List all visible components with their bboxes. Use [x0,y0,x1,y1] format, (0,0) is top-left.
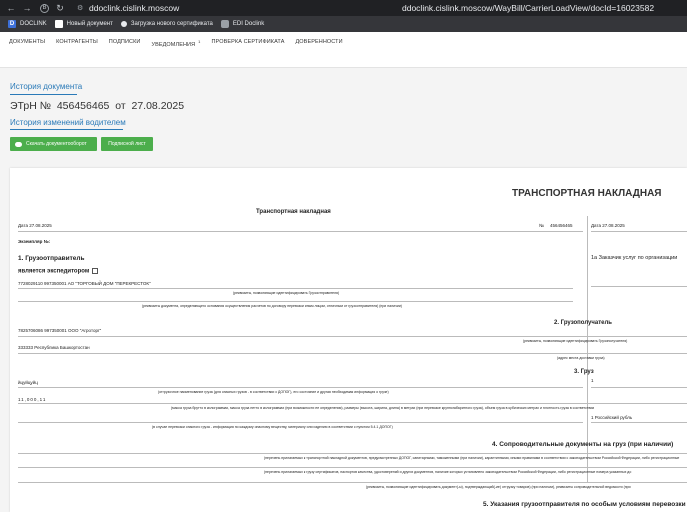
forward-icon[interactable]: → [22,3,32,13]
menu-documents[interactable]: Документы [9,39,45,45]
page-title: ЭТрН № 456456465 от 27.08.2025 [10,100,184,112]
divider [591,422,687,423]
menu-notifications[interactable]: Уведомления1 [151,39,200,48]
site-info-icon[interactable]: ⚙ [77,4,85,12]
number-value: 456456465 [550,223,573,228]
number-label: № [539,223,544,228]
doc-from: от [115,100,126,112]
section-1a-title: 1а Заказчик услуг по организации [591,255,678,261]
menu-certificate-check[interactable]: Проверка сертификата [212,39,285,45]
section-5-title: 5. Указания грузоотправителя по особым у… [483,501,686,508]
divider [18,453,687,454]
full-url-text: ddoclink.cislink.moscow/WayBill/CarrierL… [402,3,655,13]
shipper-value: 7728029110 997350001 АО "ТОРГОВЫЙ ДОМ "П… [18,281,151,286]
divider [18,467,687,468]
download-workflow-button[interactable]: Скачать документооборот [10,137,97,151]
doclink-icon: D [8,20,16,28]
reload-icon[interactable]: ↻ [55,3,65,13]
link-underline [10,129,123,130]
consignee-value: 7825706086 997350001 ООО "Агроторг" [18,328,102,333]
bookmark-edi-doclink[interactable]: EDI Doclink [220,20,265,28]
cargo-right-value: 1 [591,378,594,383]
cargo-weight-hint: (масса груза брутто в килограммах, масса… [171,406,595,410]
divider [18,336,687,337]
cargo-name: йцуйцуйц [18,380,38,385]
doc-type: ЭТрН № [10,100,51,112]
bookmark-label: DOCLINK [20,21,47,27]
consignee-address-hint: (адрес места доставки груза) [557,356,605,360]
document-icon [54,20,63,28]
button-label: Скачать документооборот [26,141,87,147]
button-label: Подписной лист [108,141,146,147]
notification-badge: 1 [198,39,201,44]
sign-sheet-button[interactable]: Подписной лист [101,137,153,151]
bookmark-doclink[interactable]: D DOCLINK [8,20,47,28]
address-bar[interactable]: ddoclink.cislink.moscow [89,3,179,13]
consignee-hint: (реквизиты, позволяющие идентифицировать… [523,339,628,343]
divider [18,353,687,354]
menu-label: Уведомления [151,41,196,48]
divider [18,482,687,483]
doc-date: 27.08.2025 [131,100,185,112]
sheet-left-title: Транспортная накладная [256,209,331,215]
browser-toolbar: ← → B ↻ ⚙ ddoclink.cislink.moscow ddocli… [0,0,687,16]
sheet-main-title: ТРАНСПОРТНАЯ НАКЛАДНАЯ [512,188,662,199]
expeditor-text: является экспедитором [18,268,90,275]
back-icon[interactable]: ← [6,3,16,13]
divider [591,387,687,388]
consignee-address: 333333 Республика Башкортостан [18,345,90,350]
link-underline [10,94,77,95]
dot-icon [120,21,127,27]
document-sheet: ТРАНСПОРТНАЯ НАКЛАДНАЯ Транспортная накл… [10,168,687,512]
cargo-hint: (отгрузочное наименование груза (для опа… [158,390,389,394]
shipper-hint-2: (реквизиты документа, определяющего осно… [142,304,402,308]
divider [18,387,583,388]
bookmark-new-document[interactable]: Новый документ [54,20,113,28]
menu-subscriptions[interactable]: Подписки [109,39,141,45]
page-content: История документа ЭТрН № 456456465 от 27… [0,68,687,512]
docs-hint-1: (перечень прилагаемых к транспортной нак… [264,456,680,460]
menu-power-of-attorney[interactable]: Доверенности [295,39,342,45]
cargo-danger-hint: (в случае перевозки опасного груза - инф… [152,425,393,429]
section-1-title: 1. Грузоотправитель [18,255,85,262]
divider [18,403,687,404]
bookmark-label: Новый документ [66,21,113,27]
menu-counterparties[interactable]: Контрагенты [56,39,98,45]
section-2-title: 2. Грузополучатель [554,320,612,326]
bookmark-upload-certificate[interactable]: Загрузка нового сертификата [120,21,213,27]
gear-icon [220,20,229,28]
bookmark-label: Загрузка нового сертификата [130,21,213,27]
section-4-title: 4. Сопроводительные документы на груз (п… [492,441,674,448]
divider [18,301,573,302]
section-3-title: 3. Груз [574,369,594,375]
divider [18,422,583,423]
bookmarks-bar: D DOCLINK Новый документ Загрузка нового… [0,16,687,32]
divider [18,288,573,289]
expeditor-checkbox[interactable] [92,268,99,274]
cargo-weight: 11,000,11 [18,397,47,402]
divider [591,231,687,232]
cargo-currency: 1 Российский рубль [591,415,633,420]
date-left: Дата 27.08.2025 [18,223,52,228]
extension-icon[interactable]: B [40,3,49,13]
driver-history-link[interactable]: История изменений водителем [10,118,126,127]
main-menu: Документы Контрагенты Подписки Уведомлен… [0,32,687,68]
cloud-download-icon [15,141,22,147]
document-history-link[interactable]: История документа [10,82,82,91]
shipper-hint: (реквизиты, позволяющие идентифицировать… [233,291,340,295]
divider [591,286,687,287]
docs-hint-2: (перечень прилагаемых к грузу сертификат… [264,470,632,474]
doc-number: 456456465 [56,100,110,112]
divider [18,231,583,232]
copy-number: Экземпляр №: [18,239,51,244]
bookmark-label: EDI Doclink [232,21,265,27]
date-right: Дата 27.08.2025 [591,223,625,228]
docs-hint-3: (реквизиты, позволяющие идентифицировать… [366,485,631,489]
expeditor-label: является экспедитором [18,268,99,275]
